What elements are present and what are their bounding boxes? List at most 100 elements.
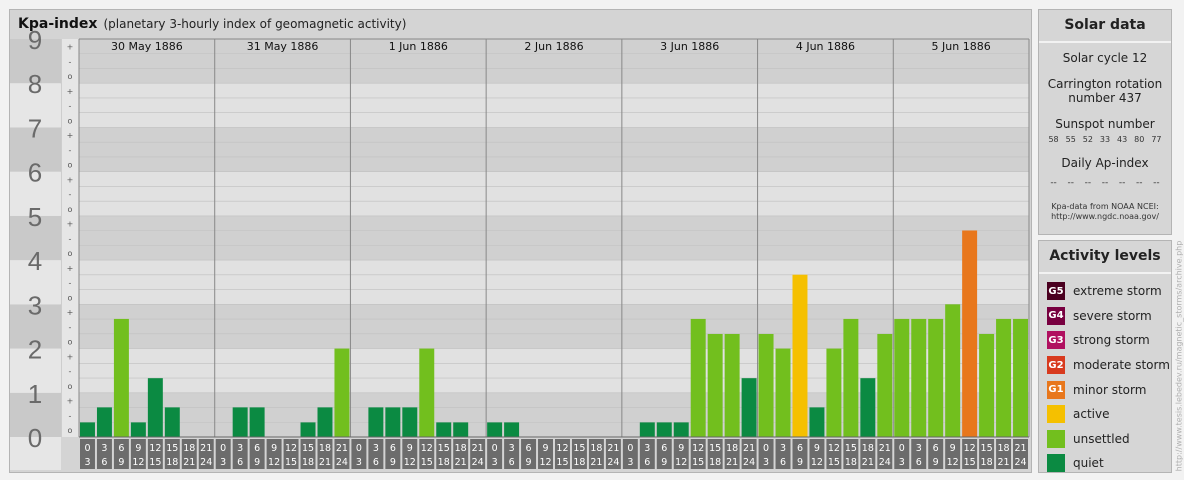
kp-bar <box>402 407 418 437</box>
interval-end-label: 12 <box>539 457 551 468</box>
legend-swatch: G2 <box>1047 356 1065 375</box>
day-label: 31 May 1886 <box>247 40 319 53</box>
y-subtick-label: o <box>68 72 73 81</box>
interval-start-label: 12 <box>421 443 433 454</box>
interval-start-label: 18 <box>183 443 195 454</box>
interval-start-label: 3 <box>780 443 786 454</box>
legend-label: moderate storm <box>1073 358 1170 373</box>
interval-end-label: 9 <box>254 457 260 468</box>
interval-end-label: 9 <box>526 457 532 468</box>
interval-end-label: 21 <box>183 457 195 468</box>
interval-start-label: 21 <box>472 443 484 454</box>
interval-end-label: 15 <box>692 457 704 468</box>
kp-bar <box>504 422 520 437</box>
interval-start-label: 15 <box>981 443 993 454</box>
interval-start-label: 6 <box>661 443 667 454</box>
interval-start-label: 9 <box>678 443 684 454</box>
ap-value: -- <box>1084 178 1092 188</box>
interval-start-label: 6 <box>933 443 939 454</box>
legend-label: unsettled <box>1073 431 1130 446</box>
solar-data-panel: Solar data Solar cycle 12 Carrington rot… <box>1038 9 1172 235</box>
interval-end-label: 9 <box>933 457 939 468</box>
interval-start-label: 15 <box>573 443 585 454</box>
legend-item-strong-storm: G3 strong storm <box>1039 328 1171 353</box>
legend-item-unsettled: unsettled <box>1039 427 1171 452</box>
interval-start-label: 18 <box>319 443 331 454</box>
interval-end-label: 21 <box>862 457 874 468</box>
interval-end-label: 9 <box>661 457 667 468</box>
kp-bar <box>860 378 876 437</box>
sunspot-value: 77 <box>1151 135 1162 144</box>
ap-value: -- <box>1153 178 1160 188</box>
interval-end-label: 6 <box>237 457 243 468</box>
kp-bar <box>453 422 469 437</box>
y-subtick-label: + <box>67 220 74 229</box>
solar-data-title: Solar data <box>1039 10 1171 43</box>
kp-bar <box>639 422 655 437</box>
interval-start-label: 15 <box>438 443 450 454</box>
interval-start-label: 12 <box>828 443 840 454</box>
y-tick-label: 2 <box>28 335 42 365</box>
day-label: 3 Jun 1886 <box>660 40 719 53</box>
interval-start-label: 9 <box>814 443 820 454</box>
interval-end-label: 18 <box>438 457 450 468</box>
interval-end-label: 21 <box>590 457 602 468</box>
interval-start-label: 9 <box>135 443 141 454</box>
y-subtick-label: - <box>69 146 72 155</box>
ap-index-values: -- -- -- -- -- -- -- <box>1039 178 1171 188</box>
interval-start-label: 12 <box>285 443 297 454</box>
interval-start-label: 9 <box>407 443 413 454</box>
day-label: 5 Jun 1886 <box>932 40 991 53</box>
interval-end-label: 6 <box>509 457 515 468</box>
legend-label: quiet <box>1073 456 1104 471</box>
kp-bar <box>249 407 265 437</box>
legend-item-active: active <box>1039 402 1171 427</box>
interval-end-label: 18 <box>709 457 721 468</box>
kp-bar <box>928 318 944 437</box>
y-tick-label: 3 <box>28 290 42 320</box>
kp-bar <box>656 422 672 437</box>
kp-bar <box>775 348 791 437</box>
interval-start-label: 6 <box>118 443 124 454</box>
interval-start-label: 3 <box>644 443 650 454</box>
kp-bar <box>758 333 774 437</box>
sunspot-value: 80 <box>1134 135 1145 144</box>
credit-link[interactable]: http://www.ngdc.noaa.gov/ <box>1039 212 1171 222</box>
y-subtick-label: o <box>68 426 73 435</box>
watermark-text: http://www.tesis.lebedev.ru/magnetic_sto… <box>1174 240 1184 471</box>
legend-item-minor-storm: G1 minor storm <box>1039 377 1171 402</box>
legend-item-moderate-storm: G2 moderate storm <box>1039 353 1171 378</box>
legend-swatch <box>1047 429 1065 448</box>
interval-start-label: 9 <box>271 443 277 454</box>
interval-end-label: 12 <box>675 457 687 468</box>
data-credit: Kpa-data from NOAA NCEI: http://www.ngdc… <box>1039 202 1171 222</box>
interval-end-label: 3 <box>492 457 498 468</box>
y-tick-label: 8 <box>28 69 42 99</box>
sunspot-value: 33 <box>1099 135 1111 144</box>
interval-end-label: 6 <box>780 457 786 468</box>
interval-start-label: 21 <box>200 443 212 454</box>
kp-bar <box>690 318 706 437</box>
interval-end-label: 24 <box>879 457 891 468</box>
y-subtick-label: o <box>68 161 73 170</box>
interval-start-label: 3 <box>509 443 515 454</box>
legend-swatch: G4 <box>1047 306 1065 325</box>
interval-end-label: 21 <box>998 457 1010 468</box>
interval-end-label: 9 <box>390 457 396 468</box>
day-label: 1 Jun 1886 <box>389 40 448 53</box>
y-subtick-label: + <box>67 43 74 52</box>
interval-start-label: 9 <box>950 443 956 454</box>
ap-index-label: Daily Ap-index <box>1061 156 1149 170</box>
interval-end-label: 6 <box>101 457 107 468</box>
interval-end-label: 21 <box>319 457 331 468</box>
interval-start-label: 15 <box>709 443 721 454</box>
interval-end-label: 18 <box>302 457 314 468</box>
kp-bar <box>843 318 859 437</box>
y-subtick-label: - <box>69 234 72 243</box>
kp-bar <box>945 304 961 437</box>
interval-end-label: 24 <box>336 457 348 468</box>
activity-levels-title: Activity levels <box>1039 241 1171 274</box>
interval-start-label: 18 <box>455 443 467 454</box>
day-label: 4 Jun 1886 <box>796 40 855 53</box>
interval-end-label: 18 <box>845 457 857 468</box>
